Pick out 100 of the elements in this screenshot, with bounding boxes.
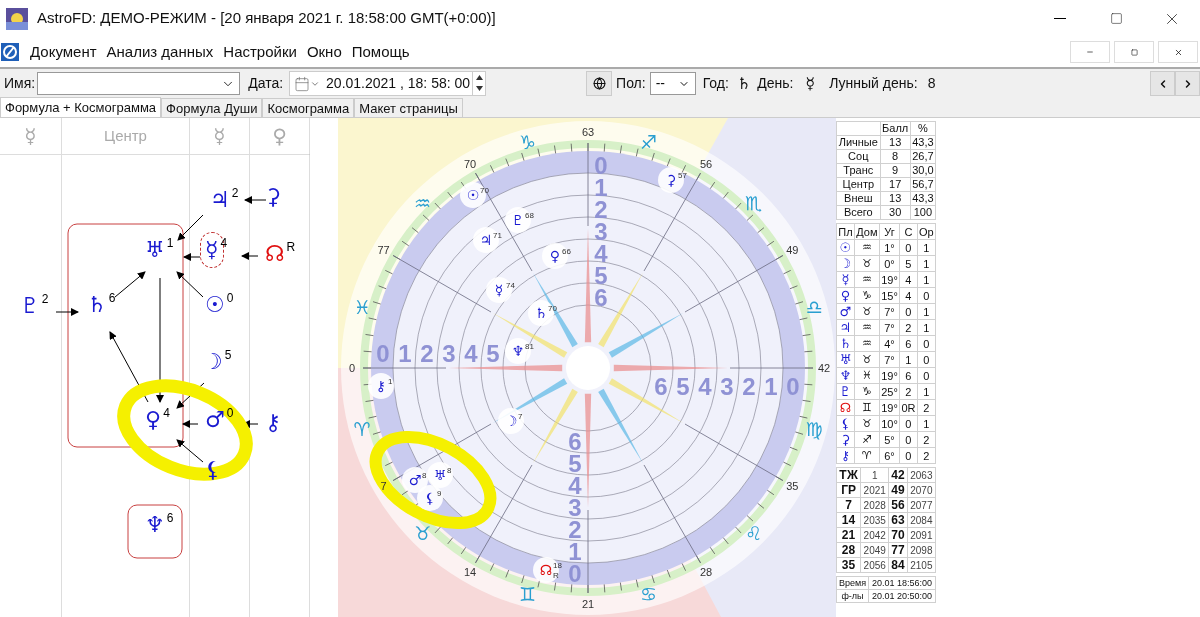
- menu-item[interactable]: Окно: [301, 40, 347, 64]
- menu-item[interactable]: Помощь: [346, 40, 415, 64]
- lunar-day-value: 8: [927, 74, 936, 93]
- degree-number: 71: [493, 231, 502, 240]
- planet-glyph: ♅: [145, 236, 165, 264]
- table-cell: 10°: [879, 415, 900, 432]
- table-cell: 2070: [907, 482, 936, 498]
- planet-glyph: ♃: [836, 319, 855, 336]
- table-cell: 1: [917, 255, 936, 272]
- planet-glyph: ⚷: [265, 409, 282, 437]
- tab[interactable]: Формула Души: [161, 98, 263, 117]
- table-cell: ♉: [854, 255, 880, 272]
- planet-glyph: ⚷: [836, 447, 855, 464]
- degree-label: 21: [581, 598, 595, 610]
- table-cell: 0: [917, 335, 936, 352]
- ring-number: 4: [464, 340, 478, 367]
- tab[interactable]: Формула + Космограмма: [0, 97, 162, 117]
- table-cell: ф-лы: [836, 589, 869, 603]
- table-cell: 1: [917, 415, 936, 432]
- name-combobox[interactable]: [37, 72, 241, 95]
- table-cell: 7°: [879, 303, 900, 320]
- column-header: ♀: [272, 123, 287, 150]
- table-cell: 0: [899, 303, 918, 320]
- column-header: Пл: [836, 223, 855, 240]
- table-cell: 7°: [879, 351, 900, 368]
- table-cell: Соц: [836, 149, 881, 164]
- spin-buttons[interactable]: [472, 72, 486, 95]
- planet-glyph: ☊: [265, 240, 285, 268]
- table-cell: 19°: [879, 399, 900, 416]
- degree-number: 0: [226, 406, 234, 420]
- arrow: [176, 439, 204, 463]
- previous-button[interactable]: [1150, 71, 1175, 96]
- column-header: Дом: [854, 223, 880, 240]
- table-cell: 30: [880, 205, 911, 220]
- globe-button[interactable]: [586, 71, 613, 96]
- sex-select[interactable]: --: [649, 72, 696, 95]
- arrow: [176, 271, 204, 298]
- table-cell: 19°: [879, 367, 900, 384]
- tab[interactable]: Космограмма: [262, 98, 355, 117]
- table-cell: 6: [899, 367, 918, 384]
- table-cell: 1: [899, 351, 918, 368]
- table-cell: 4°: [879, 335, 900, 352]
- table-cell: 0°: [879, 255, 900, 272]
- planet-glyph: ♆: [511, 343, 525, 359]
- table-cell: 1: [917, 319, 936, 336]
- table-cell: 84: [888, 557, 908, 573]
- table-cell: 2: [917, 399, 936, 416]
- degree-number: 66: [562, 247, 571, 256]
- degree-number: 5: [224, 348, 232, 362]
- degree-number: 0: [226, 291, 234, 305]
- table-cell: 15°: [879, 287, 900, 304]
- table-cell: 2: [917, 447, 936, 464]
- planet-glyph: ♇: [836, 383, 855, 400]
- planet-glyph: ☉: [836, 239, 855, 256]
- ring-number: 0: [376, 340, 390, 367]
- day-label: День:: [757, 74, 794, 93]
- app-menu-icon[interactable]: [1, 43, 19, 61]
- degree-label: 42: [817, 362, 831, 374]
- ring-number: 3: [720, 373, 734, 400]
- table-cell: 21: [836, 527, 861, 543]
- table-cell: 2056: [860, 557, 889, 573]
- table-cell: 56: [888, 497, 908, 513]
- lunar-day-label: Лунный день:: [829, 74, 918, 93]
- arrow: [177, 214, 204, 241]
- date-field[interactable]: 20.01.2021 , 18: 58: 00: [289, 71, 487, 96]
- menu-item[interactable]: Анализ данных: [101, 40, 219, 64]
- zodiac-sign: ♈: [353, 417, 371, 440]
- table-cell: 28: [836, 542, 861, 558]
- table-cell: Транс: [836, 163, 881, 178]
- planet-glyph: ♀: [549, 248, 561, 264]
- degree-number: 70: [480, 186, 489, 195]
- planet-glyph: ♀: [836, 287, 855, 304]
- table-cell: 1: [917, 239, 936, 256]
- ring-number: 2: [742, 373, 756, 400]
- table-cell: 49: [888, 482, 908, 498]
- table-cell: 17: [880, 177, 911, 192]
- table-cell: ♑: [854, 287, 880, 304]
- planet-glyph: ♇: [20, 292, 40, 320]
- minimize-icon: [1086, 48, 1094, 56]
- degree-label: 56: [699, 157, 713, 170]
- planet-glyph: ♆: [836, 367, 855, 384]
- mdi-restore-button[interactable]: [1114, 41, 1154, 63]
- menu-item[interactable]: Настройки: [218, 40, 302, 64]
- tab[interactable]: Макет страницы: [354, 98, 463, 117]
- planet-marker-background: [498, 408, 524, 434]
- table-cell: 63: [888, 512, 908, 528]
- planet-glyph: ♇: [511, 212, 525, 228]
- arrow: [183, 253, 201, 261]
- restore-icon: [1130, 48, 1138, 56]
- table-cell: 2042: [860, 527, 889, 543]
- table-cell: 2028: [860, 497, 889, 513]
- next-button[interactable]: [1175, 71, 1200, 96]
- table-cell: 6°: [879, 447, 900, 464]
- degree-number: 74: [506, 281, 515, 290]
- planet-glyph: ⚷: [375, 378, 387, 394]
- table-cell: 2: [917, 431, 936, 448]
- planet-glyph: ♃: [479, 232, 493, 248]
- menu-item[interactable]: Документ: [25, 40, 102, 64]
- planet-glyph: ☿: [836, 271, 855, 288]
- table-cell: 77: [888, 542, 908, 558]
